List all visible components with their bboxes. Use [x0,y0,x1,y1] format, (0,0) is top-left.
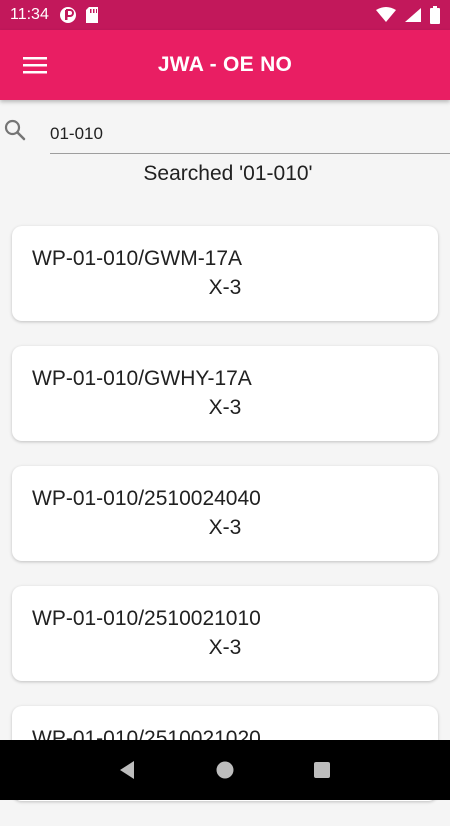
signal-icon [405,8,421,22]
result-subtitle: X-3 [208,516,242,539]
search-icon [4,119,26,141]
home-icon [216,761,234,779]
app-notification-icon [59,7,76,23]
status-time: 11:34 [10,6,49,23]
result-code: WP-01-010/GWHY-17A [32,367,252,390]
search-input[interactable] [50,114,450,154]
result-card[interactable]: WP-01-010/GWHY-17A X-3 [12,346,438,441]
battery-icon [430,6,440,24]
navigation-bar [0,740,450,800]
results-list: WP-01-010/GWM-17A X-3 WP-01-010/GWHY-17A X-… [12,226,438,826]
menu-button[interactable] [0,30,70,100]
result-code: WP-01-010/GWM-17A [32,247,243,270]
wifi-icon [376,7,396,22]
result-code: WP-01-010/2510021010 [32,607,261,630]
recents-icon [313,762,330,778]
recents-button[interactable] [302,750,342,790]
hamburger-menu-icon [23,57,47,74]
result-code: WP-01-010/2510024040 [32,487,261,510]
home-button[interactable] [205,750,245,790]
result-subtitle: X-3 [208,276,242,299]
result-card[interactable]: WP-01-010/2510021010 X-3 [12,586,438,681]
result-card[interactable]: WP-01-010/2510024040 X-3 [12,466,438,561]
sd-card-icon [85,7,98,23]
result-subtitle: X-3 [208,396,242,419]
status-bar: 11:34 [0,0,450,30]
search-status-text: Searched '01-010' [143,162,313,185]
result-subtitle: X-3 [208,636,242,659]
search-bar [0,108,450,160]
back-button[interactable] [108,750,148,790]
app-bar: JWA - OE NO [0,30,450,100]
back-icon [120,761,135,779]
result-card[interactable]: WP-01-010/GWM-17A X-3 [12,226,438,321]
